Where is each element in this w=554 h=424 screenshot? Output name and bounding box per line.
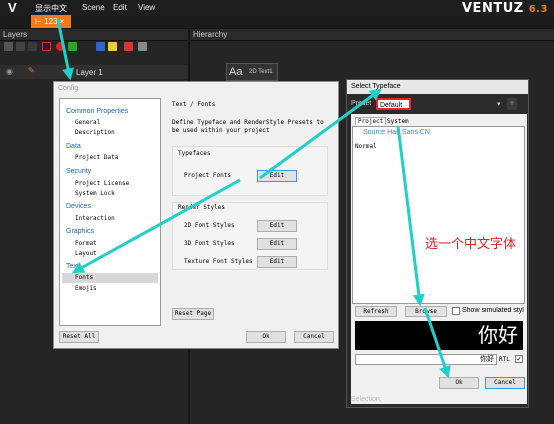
arrow-to-fonts [71,178,241,274]
tutorial-arrows [56,19,451,379]
arrow-to-browse [396,125,425,307]
arrow-to-ok [423,307,451,379]
arrow-to-config [56,19,74,81]
arrow-to-edit [259,88,382,180]
